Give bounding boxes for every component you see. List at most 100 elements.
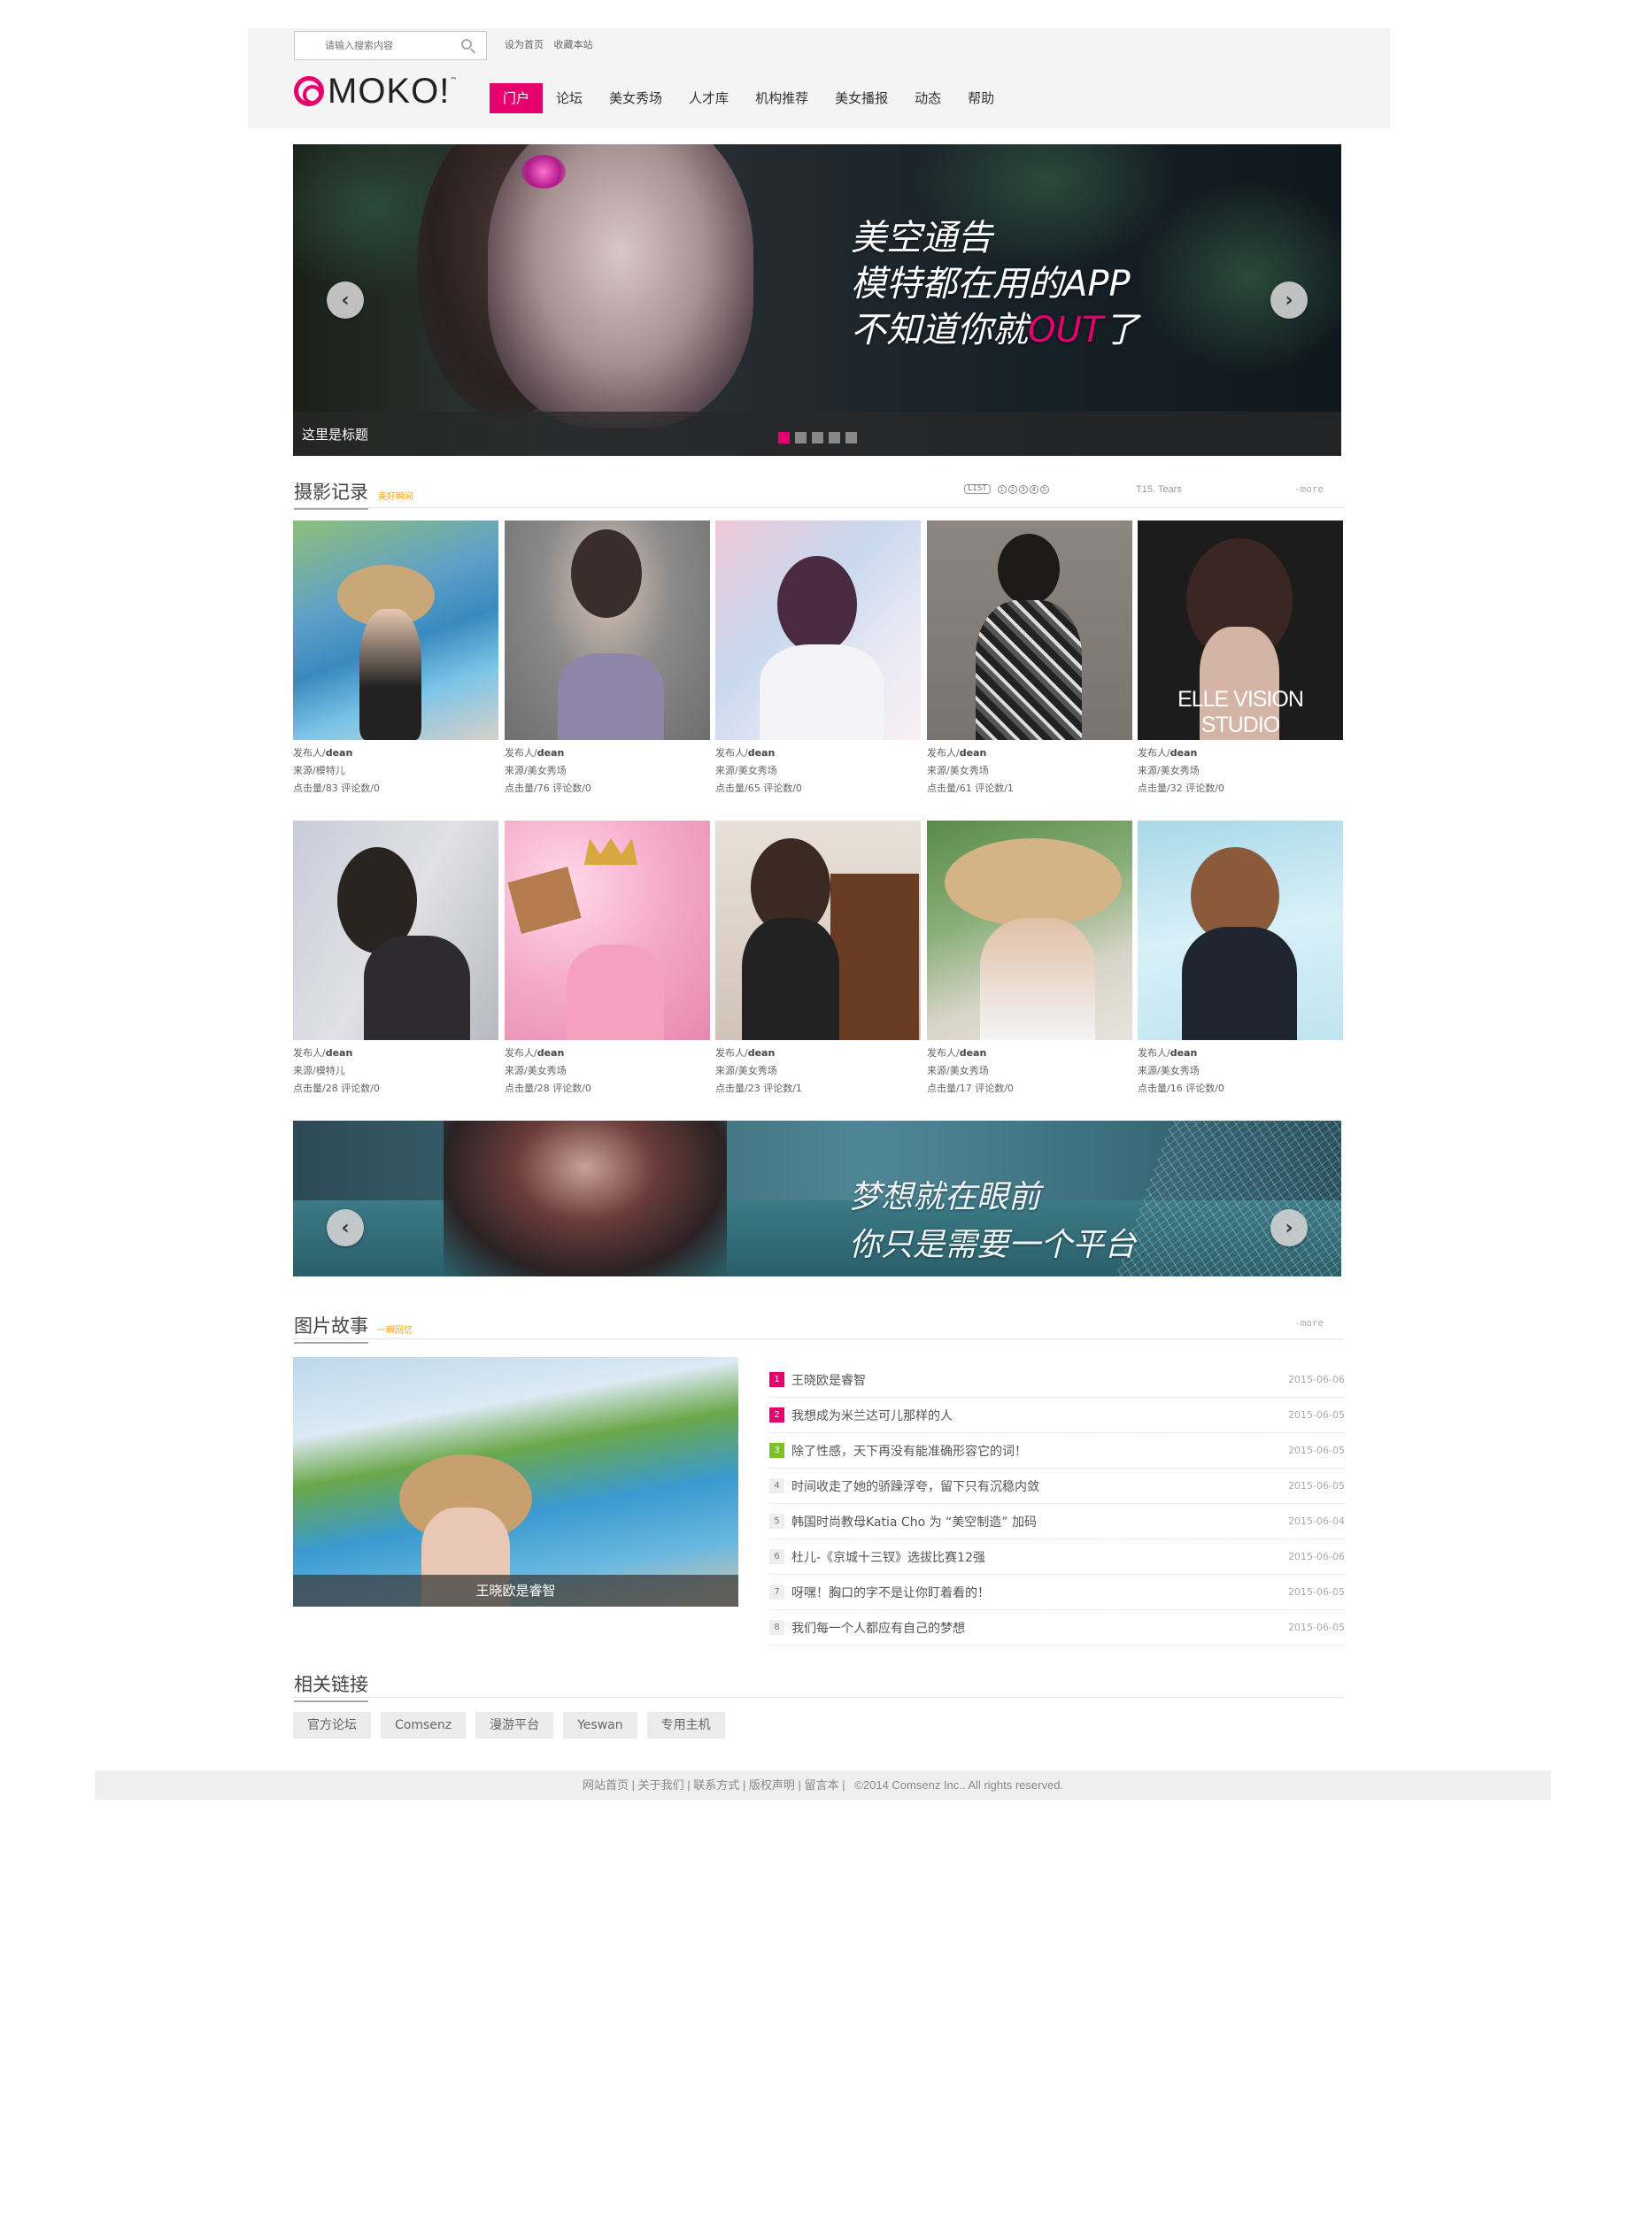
footer-link-home[interactable]: 网站首页	[583, 1778, 629, 1792]
related-link-comsenz[interactable]: Comsenz	[381, 1712, 467, 1739]
publisher-label: 发布人/	[293, 1047, 326, 1059]
hero-next-arrow-icon[interactable]: ›	[1270, 281, 1308, 319]
list-view-button[interactable]: LIST	[964, 484, 991, 494]
search-box[interactable]	[294, 31, 487, 60]
photo-thumbnail[interactable]	[505, 520, 710, 740]
footer-link-guestbook[interactable]: 留言本	[804, 1778, 838, 1792]
promo-banner[interactable]: 梦想就在眼前 你只是需要一个平台 ‹ ›	[293, 1121, 1341, 1276]
story-title[interactable]: 时间收走了她的骄躁浮夸，留下只有沉稳内敛	[791, 1477, 1039, 1495]
related-links: 官方论坛 Comsenz 漫游平台 Yeswan 专用主机	[293, 1712, 735, 1739]
page-circle[interactable]: 3	[1018, 484, 1028, 494]
publisher-name[interactable]: dean	[960, 747, 987, 759]
story-list-item[interactable]: 6 杜儿-《京城十三钗》选拔比赛12强 2015-06-06	[769, 1539, 1345, 1575]
related-link-official-forum[interactable]: 官方论坛	[293, 1712, 371, 1739]
photo-card[interactable]: 发布人/dean 来源/美女秀场 点击量/65 评论数/0	[715, 520, 921, 798]
related-link-roaming-platform[interactable]: 漫游平台	[475, 1712, 554, 1739]
story-title[interactable]: 呀嘿！胸口的字不是让你盯着看的！	[791, 1584, 990, 1601]
publisher-name[interactable]: dean	[326, 1047, 353, 1059]
photo-thumbnail[interactable]	[1138, 821, 1343, 1040]
hero-prev-arrow-icon[interactable]: ‹	[327, 281, 364, 319]
publisher-name[interactable]: dean	[960, 1047, 987, 1059]
site-logo[interactable]: MOKO! ™	[294, 72, 457, 111]
story-title[interactable]: 我们每一个人都应有自己的梦想	[791, 1619, 965, 1637]
photo-thumbnail[interactable]	[927, 520, 1132, 740]
nav-item-activity[interactable]: 动态	[901, 83, 954, 113]
photo-card[interactable]: 发布人/dean 来源/美女秀场 点击量/61 评论数/1	[927, 520, 1132, 798]
story-list-item[interactable]: 5 韩国时尚教母Katia Cho 为 “美空制造” 加码 2015-06-04	[769, 1504, 1345, 1539]
photo-thumbnail[interactable]	[293, 821, 498, 1040]
hero-slider[interactable]: 美空通告 模特都在用的APP 不知道你就OUT了 这里是标题 ‹ ›	[293, 144, 1341, 456]
publisher-name[interactable]: dean	[537, 1047, 565, 1059]
photo-card[interactable]: 发布人/dean 来源/美女秀场 点击量/76 评论数/0	[505, 520, 710, 798]
story-date: 2015-06-06	[1288, 1374, 1345, 1385]
photo-card[interactable]: 发布人/dean 来源/模特儿 点击量/83 评论数/0	[293, 520, 498, 798]
related-link-dedicated-host[interactable]: 专用主机	[646, 1712, 725, 1739]
hero-dot[interactable]	[829, 432, 840, 443]
bookmark-link[interactable]: 收藏本站	[554, 39, 593, 50]
related-link-yeswan[interactable]: Yeswan	[563, 1712, 637, 1739]
nav-item-beauty-show[interactable]: 美女秀场	[596, 83, 675, 113]
hero-dot[interactable]	[812, 432, 823, 443]
photo-thumbnail[interactable]	[715, 520, 921, 740]
photo-card[interactable]: ELLE VISION STUDIO 发布人/dean 来源/美女秀场 点击量/…	[1138, 520, 1343, 798]
story-feature-image[interactable]: 王晓欧是睿智	[293, 1357, 738, 1607]
story-list-item[interactable]: 4 时间收走了她的骄躁浮夸，留下只有沉稳内敛 2015-06-05	[769, 1469, 1345, 1504]
page-circle[interactable]: 4	[1029, 484, 1038, 494]
photo-card[interactable]: 发布人/dean 来源/美女秀场 点击量/28 评论数/0	[505, 821, 710, 1098]
publisher-name[interactable]: dean	[537, 747, 565, 759]
hero-headline-line2: 模特都在用的APP	[851, 264, 1131, 305]
nav-item-portal[interactable]: 门户	[490, 83, 544, 113]
hero-headline-line1: 美空通告	[851, 218, 992, 258]
story-list-item[interactable]: 3 除了性感，天下再没有能准确形容它的词！ 2015-06-05	[769, 1433, 1345, 1469]
publisher-name[interactable]: dean	[748, 1047, 776, 1059]
page-circle[interactable]: 1	[997, 484, 1007, 494]
nav-item-forum[interactable]: 论坛	[543, 83, 596, 113]
story-title[interactable]: 我想成为米兰达可儿那样的人	[791, 1407, 953, 1424]
banner-next-arrow-icon[interactable]: ›	[1270, 1209, 1308, 1246]
logo-text: MOKO!	[328, 72, 451, 111]
photo-card[interactable]: 发布人/dean 来源/美女秀场 点击量/23 评论数/1	[715, 821, 921, 1098]
footer-link-contact[interactable]: 联系方式	[693, 1778, 739, 1792]
photo-card[interactable]: 发布人/dean 来源/美女秀场 点击量/16 评论数/0	[1138, 821, 1343, 1098]
banner-prev-arrow-icon[interactable]: ‹	[327, 1209, 364, 1246]
photo-watermark: ELLE VISION STUDIO	[1177, 687, 1304, 737]
hero-dot[interactable]	[845, 432, 857, 443]
page-circle[interactable]: 5	[1039, 484, 1049, 494]
publisher-name[interactable]: dean	[326, 747, 353, 759]
hero-dot[interactable]	[795, 432, 807, 443]
nav-item-beauty-news[interactable]: 美女播报	[822, 83, 901, 113]
site-footer: 网站首页 | 关于我们 | 联系方式 | 版权声明 | 留言本 | ©2014 …	[95, 1770, 1551, 1800]
search-input[interactable]	[295, 32, 445, 59]
publisher-name[interactable]: dean	[748, 747, 776, 759]
publisher-name[interactable]: dean	[1170, 747, 1198, 759]
story-section-title: 图片故事	[294, 1312, 368, 1344]
story-list-item[interactable]: 1 王晓欧是睿智 2015-06-06	[769, 1362, 1345, 1398]
photo-card[interactable]: 发布人/dean 来源/模特儿 点击量/28 评论数/0	[293, 821, 498, 1098]
story-title[interactable]: 王晓欧是睿智	[791, 1371, 866, 1389]
publisher-name[interactable]: dean	[1170, 1047, 1198, 1059]
nav-item-talent[interactable]: 人才库	[675, 83, 742, 113]
photo-thumbnail[interactable]	[715, 821, 921, 1040]
story-more-link[interactable]: -more	[1294, 1317, 1324, 1329]
nav-item-help[interactable]: 帮助	[954, 83, 1007, 113]
story-list-item[interactable]: 8 我们每一个人都应有自己的梦想 2015-06-05	[769, 1610, 1345, 1646]
story-date: 2015-06-05	[1288, 1480, 1345, 1492]
footer-link-about[interactable]: 关于我们	[638, 1778, 684, 1792]
story-list-item[interactable]: 2 我想成为米兰达可儿那样的人 2015-06-05	[769, 1398, 1345, 1433]
hero-dot[interactable]	[778, 432, 790, 443]
photo-card[interactable]: 发布人/dean 来源/美女秀场 点击量/17 评论数/0	[927, 821, 1132, 1098]
nav-item-agencies[interactable]: 机构推荐	[742, 83, 822, 113]
footer-link-copyright[interactable]: 版权声明	[749, 1778, 795, 1792]
photo-thumbnail[interactable]	[927, 821, 1132, 1040]
set-homepage-link[interactable]: 设为首页	[505, 39, 544, 50]
photo-thumbnail[interactable]	[293, 520, 498, 740]
photo-thumbnail[interactable]	[505, 821, 710, 1040]
story-title[interactable]: 韩国时尚教母Katia Cho 为 “美空制造” 加码	[791, 1513, 1037, 1531]
photo-more-link[interactable]: -more	[1294, 483, 1324, 495]
story-title[interactable]: 杜儿-《京城十三钗》选拔比赛12强	[791, 1548, 985, 1566]
story-list-item[interactable]: 7 呀嘿！胸口的字不是让你盯着看的！ 2015-06-05	[769, 1575, 1345, 1610]
photo-thumbnail[interactable]: ELLE VISION STUDIO	[1138, 520, 1343, 740]
story-title[interactable]: 除了性感，天下再没有能准确形容它的词！	[791, 1442, 1027, 1460]
search-icon[interactable]	[461, 39, 472, 50]
page-circle[interactable]: 2	[1007, 484, 1017, 494]
